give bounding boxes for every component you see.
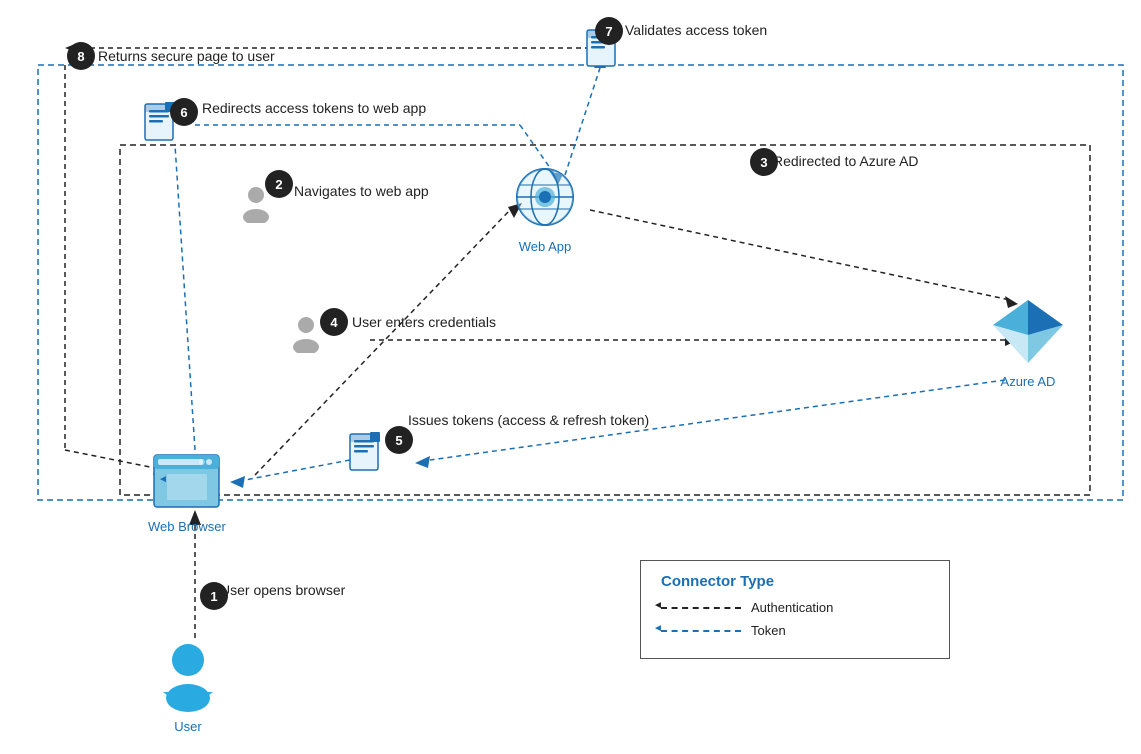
azure-ad-icon: Azure AD <box>988 295 1068 389</box>
diagram-container: 8 7 6 2 3 4 5 1 Returns secure page to u… <box>0 0 1141 754</box>
step-badge-1: 1 <box>200 582 228 610</box>
legend-item-token: Token <box>661 623 929 638</box>
label-step3: Redirected to Azure AD <box>773 153 919 169</box>
label-step6: Redirects access tokens to web app <box>202 100 426 116</box>
token-doc-5-icon <box>348 432 384 472</box>
legend-title: Connector Type <box>661 573 929 590</box>
label-step2: Navigates to web app <box>294 183 429 199</box>
step-badge-7: 7 <box>595 17 623 45</box>
label-step5: Issues tokens (access & refresh token) <box>408 412 649 428</box>
step-badge-2: 2 <box>265 170 293 198</box>
user-label: User <box>174 719 201 734</box>
credentials-person-icon <box>290 315 322 353</box>
step-badge-4: 4 <box>320 308 348 336</box>
step-badge-3: 3 <box>750 148 778 176</box>
auth-label: Authentication <box>751 600 833 615</box>
label-step1: User opens browser <box>220 582 345 598</box>
label-step8: Returns secure page to user <box>98 48 275 64</box>
label-step4: User enters credentials <box>352 314 496 330</box>
legend-item-auth: Authentication <box>661 600 929 615</box>
step-badge-8: 8 <box>67 42 95 70</box>
label-step7: Validates access token <box>625 22 767 38</box>
web-app-label: Web App <box>519 239 572 254</box>
user-icon: User <box>153 640 223 734</box>
step-badge-6: 6 <box>170 98 198 126</box>
auth-line <box>661 607 741 609</box>
legend-box: Connector Type Authentication Token <box>640 560 950 659</box>
web-browser-icon: ◄ Web Browser <box>148 450 226 534</box>
token-line <box>661 630 741 632</box>
web-browser-label: Web Browser <box>148 519 226 534</box>
token-label: Token <box>751 623 786 638</box>
azure-ad-label: Azure AD <box>1001 374 1056 389</box>
web-app-icon: Web App <box>505 165 585 254</box>
step-badge-5: 5 <box>385 426 413 454</box>
svg-text:◄: ◄ <box>158 474 168 485</box>
